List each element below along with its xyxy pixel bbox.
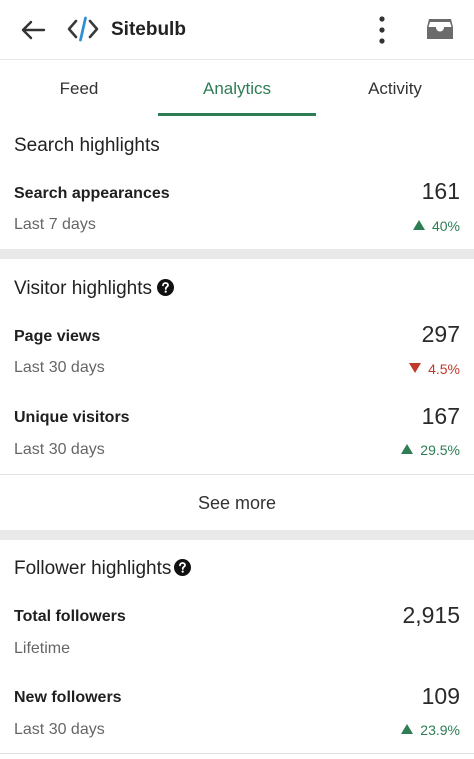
help-icon[interactable] [174,559,191,576]
code-brackets-icon [67,16,99,42]
unique-visitors-period: Last 30 days [14,441,105,458]
unique-visitors-value: 167 [421,403,460,429]
tab-activity[interactable]: Activity [316,61,474,117]
new-followers-value: 109 [421,683,460,709]
total-followers-period: Lifetime [14,640,71,657]
new-followers-change: 23.9% [401,722,460,738]
triangle-up-icon [412,220,425,230]
more-vertical-icon[interactable] [371,14,393,46]
page-views-period: Last 30 days [14,359,105,376]
unique-visitors-change: 29.5% [401,442,460,458]
new-followers-period: Last 30 days [14,721,105,738]
search-appearances-value: 161 [421,178,460,204]
back-arrow-icon[interactable] [18,15,48,45]
page-views-change: 4.5% [409,361,460,377]
follower-highlights-title: Follower highlights [14,558,172,579]
unique-visitors-label: Unique visitors [14,409,130,426]
inbox-icon[interactable] [426,17,454,41]
search-appearances-label: Search appearances [14,185,170,202]
search-highlights-title: Search highlights [14,135,160,156]
help-icon[interactable] [157,279,174,296]
search-appearances-change: 40% [412,218,460,234]
triangle-up-icon [401,724,414,734]
total-followers-label: Total followers [14,608,126,625]
page-views-label: Page views [14,328,101,345]
app-title: Sitebulb [111,19,186,40]
active-tab-indicator [158,113,316,116]
page-views-value: 297 [421,321,460,347]
tab-bar: Feed Analytics Activity [0,61,474,117]
divider-line [0,753,474,754]
total-followers-value: 2,915 [402,602,460,628]
tab-analytics[interactable]: Analytics [158,61,316,117]
search-appearances-period: Last 7 days [14,216,96,233]
section-divider [0,249,474,259]
triangle-up-icon [401,444,414,454]
triangle-down-icon [409,363,422,373]
app-bar: Sitebulb [0,0,474,60]
visitor-highlights-title: Visitor highlights [14,278,153,299]
see-more-button[interactable]: See more [0,475,474,531]
tab-feed[interactable]: Feed [0,61,158,117]
new-followers-label: New followers [14,689,122,706]
section-divider [0,530,474,540]
